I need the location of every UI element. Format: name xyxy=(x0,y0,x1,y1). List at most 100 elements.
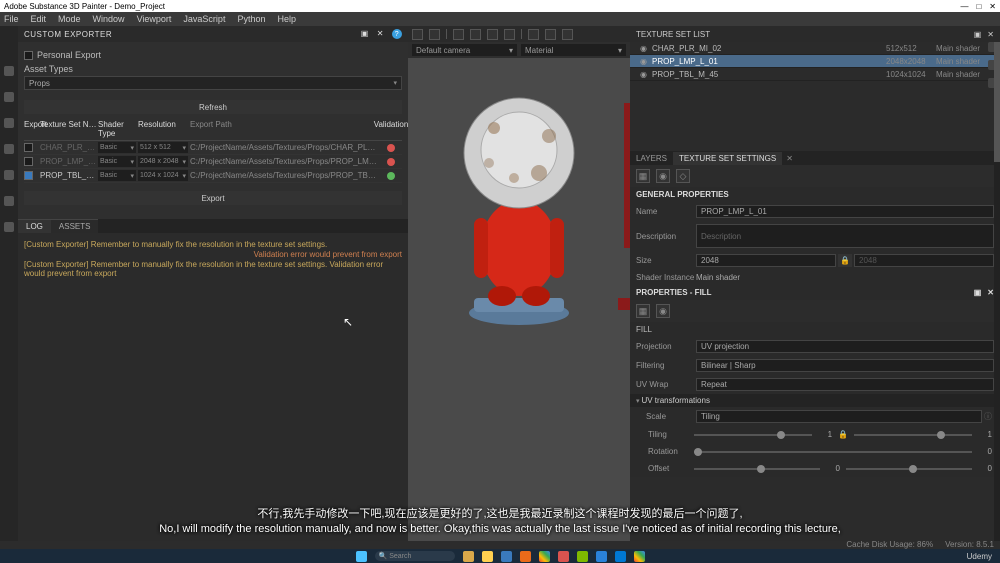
lock-icon[interactable]: 🔒 xyxy=(838,254,852,267)
tool-clone-icon[interactable] xyxy=(4,170,14,180)
name-input[interactable]: PROP_LMP_L_01 xyxy=(696,205,994,218)
tool-eraser-icon[interactable] xyxy=(4,92,14,102)
app-icon[interactable] xyxy=(501,551,512,562)
panel-close-icon[interactable]: ✕ xyxy=(377,29,384,39)
row-checkbox[interactable] xyxy=(24,171,33,180)
camera-icon[interactable] xyxy=(487,29,498,40)
panel-close-icon[interactable]: ✕ xyxy=(987,288,994,297)
asset-types-dropdown[interactable]: Props ▾ xyxy=(24,76,402,90)
app-icon[interactable] xyxy=(596,551,607,562)
size-linked-dropdown[interactable]: 2048 xyxy=(854,254,994,267)
viewport-canvas[interactable] xyxy=(408,58,630,541)
shader-dropdown[interactable]: Basic▾ xyxy=(98,156,136,167)
tab-texture-set-settings[interactable]: TEXTURE SET SETTINGS xyxy=(673,152,782,165)
help-icon[interactable]: ? xyxy=(392,29,402,39)
vscode-icon[interactable] xyxy=(615,551,626,562)
table-row[interactable]: PROP_LMP_I_01 Basic▾ 2048 x 2048▾ C:/Pro… xyxy=(24,155,402,169)
tool-fill-icon[interactable] xyxy=(4,118,14,128)
chrome-icon[interactable] xyxy=(539,551,550,562)
panel-popout-icon[interactable]: ▣ xyxy=(974,288,982,297)
description-input[interactable]: Description xyxy=(696,224,994,248)
viewport-gizmo[interactable] xyxy=(618,298,630,310)
offset-x-slider[interactable] xyxy=(694,468,820,470)
offset-y-slider[interactable] xyxy=(846,468,972,470)
explorer-icon[interactable] xyxy=(482,551,493,562)
visibility-icon[interactable]: ◉ xyxy=(640,57,652,66)
menu-help[interactable]: Help xyxy=(277,14,296,24)
taskbar-app-icon[interactable] xyxy=(463,551,474,562)
res-dropdown[interactable]: 2048 x 2048▾ xyxy=(138,156,188,167)
menu-edit[interactable]: Edit xyxy=(31,14,47,24)
fill-mode1-icon[interactable]: ▦ xyxy=(636,304,650,318)
visibility-icon[interactable]: ◉ xyxy=(640,70,652,79)
settings-icon[interactable] xyxy=(562,29,573,40)
shader-dropdown[interactable]: Basic▾ xyxy=(98,142,136,153)
lock-icon[interactable]: 🔒 xyxy=(838,430,848,439)
menu-viewport[interactable]: Viewport xyxy=(137,14,172,24)
uvwrap-dropdown[interactable]: Repeat xyxy=(696,378,994,391)
tab-assets[interactable]: ASSETS xyxy=(51,219,99,233)
camera-dropdown[interactable]: Default camera▾ xyxy=(412,44,517,56)
panel-popout-icon[interactable]: ▣ xyxy=(974,30,982,39)
res-dropdown[interactable]: 1024 x 1024▾ xyxy=(138,170,188,181)
taskbar-search[interactable]: 🔍 Search xyxy=(375,551,455,561)
row-checkbox[interactable] xyxy=(24,143,33,152)
tiling-y-slider[interactable] xyxy=(854,434,972,436)
tool-material-icon[interactable] xyxy=(4,222,14,232)
mode2-icon[interactable]: ◉ xyxy=(656,169,670,183)
pause-icon[interactable] xyxy=(528,29,539,40)
shader-dropdown[interactable]: Basic▾ xyxy=(98,170,136,181)
tool-brush-icon[interactable] xyxy=(4,66,14,76)
uv-transformations-collapser[interactable]: UV transformations xyxy=(630,394,1000,407)
tool-smudge-icon[interactable] xyxy=(4,144,14,154)
fill-mode2-icon[interactable]: ◉ xyxy=(656,304,670,318)
panel-popout-icon[interactable]: ▣ xyxy=(361,29,369,39)
menu-window[interactable]: Window xyxy=(93,14,125,24)
projection-dropdown[interactable]: UV projection xyxy=(696,340,994,353)
tab-layers[interactable]: LAYERS xyxy=(630,152,673,165)
texture-set-row[interactable]: ◉ CHAR_PLR_MI_02 512x512 Main shader xyxy=(630,42,1000,55)
persp-icon[interactable] xyxy=(453,29,464,40)
res-dropdown[interactable]: 512 x 512▾ xyxy=(138,142,188,153)
chrome2-icon[interactable] xyxy=(634,551,645,562)
close-button[interactable]: ✕ xyxy=(989,2,996,11)
maximize-button[interactable]: □ xyxy=(976,2,981,11)
size-dropdown[interactable]: 2048 xyxy=(696,254,836,267)
table-row[interactable]: PROP_TBL_M_45 Basic▾ 1024 x 1024▾ C:/Pro… xyxy=(24,169,402,183)
refresh-button[interactable]: Refresh xyxy=(24,100,402,114)
filtering-dropdown[interactable]: Bilinear | Sharp xyxy=(696,359,994,372)
scale-dropdown[interactable]: Tiling xyxy=(696,410,982,423)
scrollbar-thumb[interactable] xyxy=(994,42,1000,162)
export-button[interactable]: Export xyxy=(24,191,402,205)
panel-close-icon[interactable]: ✕ xyxy=(987,30,994,39)
menu-python[interactable]: Python xyxy=(237,14,265,24)
view2-icon[interactable] xyxy=(429,29,440,40)
channel-dropdown[interactable]: Material▾ xyxy=(521,44,626,56)
start-icon[interactable] xyxy=(356,551,367,562)
personal-export-checkbox[interactable] xyxy=(24,51,33,60)
table-row[interactable]: CHAR_PLR_MI_02 Basic▾ 512 x 512▾ C:/Proj… xyxy=(24,141,402,155)
blender-icon[interactable] xyxy=(520,551,531,562)
texture-set-row[interactable]: ◉ PROP_TBL_M_45 1024x1024 Main shader xyxy=(630,68,1000,81)
app-icon[interactable] xyxy=(558,551,569,562)
grid-icon[interactable] xyxy=(412,29,423,40)
tool-mask-icon[interactable] xyxy=(4,196,14,206)
mode3-icon[interactable]: ◇ xyxy=(676,169,690,183)
visibility-icon[interactable]: ◉ xyxy=(640,44,652,53)
menu-javascript[interactable]: JavaScript xyxy=(183,14,225,24)
minimize-button[interactable]: — xyxy=(960,2,968,11)
tab-close-icon[interactable]: ✕ xyxy=(786,154,793,163)
mode1-icon[interactable]: ▦ xyxy=(636,169,650,183)
tab-log[interactable]: LOG xyxy=(18,219,51,233)
texture-set-row[interactable]: ◉ PROP_LMP_L_01 2048x2048 Main shader xyxy=(630,55,1000,68)
ortho-icon[interactable] xyxy=(470,29,481,40)
painter-icon[interactable] xyxy=(577,551,588,562)
render-icon[interactable] xyxy=(545,29,556,40)
light-icon[interactable] xyxy=(504,29,515,40)
rotation-slider[interactable] xyxy=(694,451,972,453)
info-icon[interactable]: ⓘ xyxy=(982,411,994,422)
menu-file[interactable]: File xyxy=(4,14,19,24)
row-checkbox[interactable] xyxy=(24,157,33,166)
tiling-x-slider[interactable] xyxy=(694,434,812,436)
menu-mode[interactable]: Mode xyxy=(58,14,81,24)
